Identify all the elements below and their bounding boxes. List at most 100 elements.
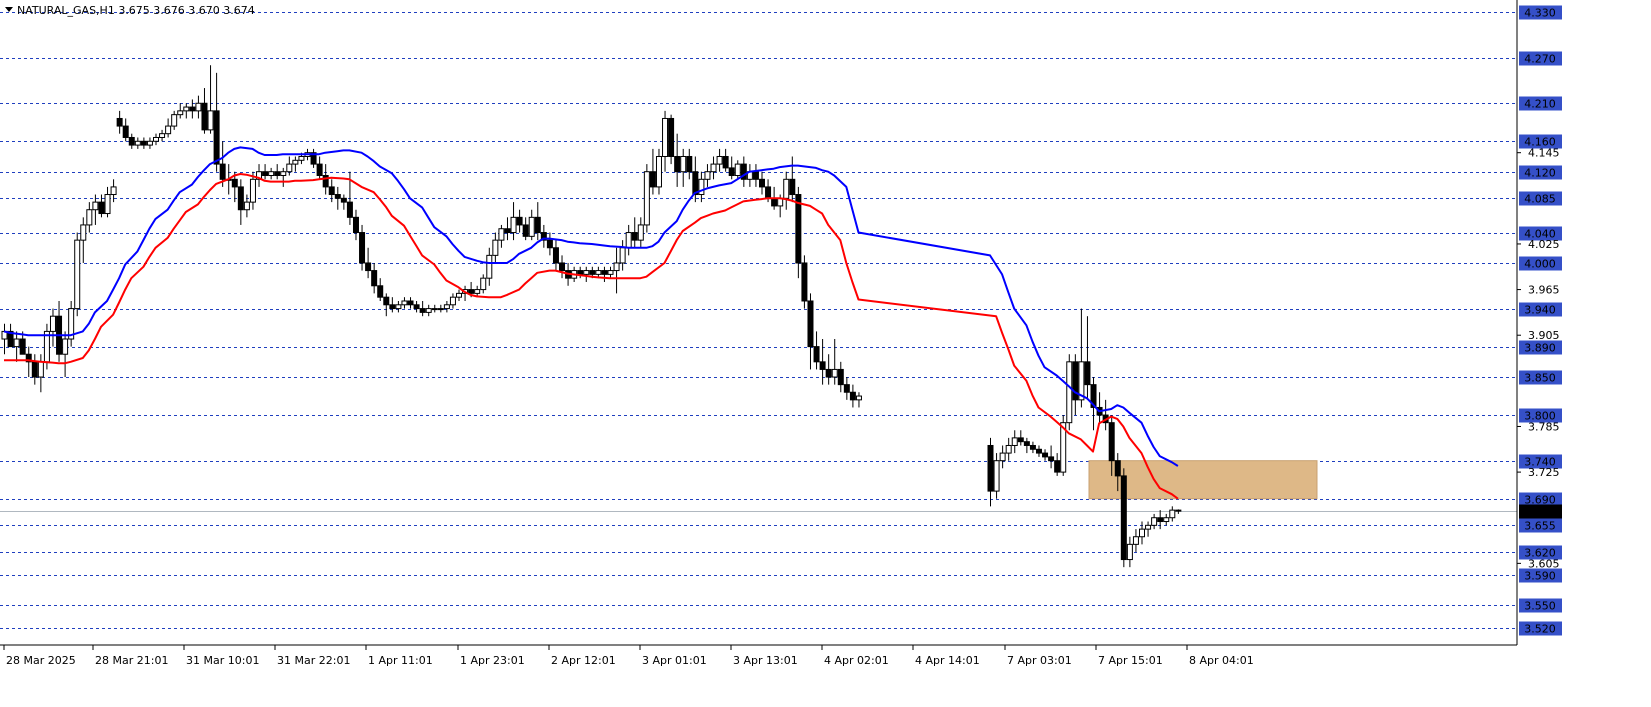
candle-body-bearish [1029, 444, 1036, 450]
candle-body-bearish [359, 232, 366, 264]
candle-body-bullish [249, 178, 256, 203]
candle-body-bullish [280, 171, 287, 177]
time-axis-label: 1 Apr 11:01 [368, 654, 433, 667]
candle-body-bullish [510, 216, 517, 234]
candle-body-bearish [795, 194, 802, 264]
candle [1120, 468, 1127, 568]
candle-body-bullish [492, 239, 499, 256]
candle-body-bullish [1132, 536, 1139, 545]
candle-body-bullish [268, 171, 275, 177]
candle-body-bullish [999, 452, 1006, 462]
price-tick-label: 4.025 [1528, 238, 1560, 251]
candle-body-bearish [504, 228, 511, 234]
candle-body-bullish [1066, 361, 1073, 424]
candle-body-bearish [407, 300, 414, 306]
candle-body-bullish [734, 163, 741, 177]
candle-body-bearish [552, 247, 559, 264]
candle-body-bullish [437, 308, 444, 311]
candle-body-bearish [516, 216, 523, 226]
time-axis-label: 28 Mar 21:01 [95, 654, 168, 667]
candle [74, 232, 81, 317]
time-axis-label: 8 Apr 04:01 [1189, 654, 1254, 667]
candle-body-bearish [1035, 448, 1042, 454]
candle-body-bearish [346, 201, 353, 218]
price-level-label: 4.270 [1524, 53, 1556, 66]
chart-header[interactable]: NATURAL_GAS,H1 3.675 3.676 3.670 3.674 [5, 4, 255, 17]
candle-body-bearish [201, 102, 208, 131]
candle-body-bullish [486, 254, 493, 279]
candle-body-bearish [19, 338, 26, 355]
candle-body-bearish [128, 136, 135, 146]
candle-body-bullish [62, 338, 69, 355]
price-level-label: 4.210 [1524, 98, 1556, 111]
candle-body-bullish [395, 304, 402, 310]
candle [1060, 415, 1067, 476]
candle-body-bearish [722, 155, 729, 169]
candle-body-bullish [1139, 528, 1145, 538]
candle-body-bullish [1145, 524, 1152, 530]
time-axis-label: 7 Apr 03:01 [1007, 654, 1072, 667]
candle-body-bearish [413, 304, 420, 310]
candle-body-bullish [183, 106, 190, 112]
chart-canvas: 4.3304.2704.2104.1604.1204.0854.0404.000… [0, 0, 1651, 707]
candle-body-bullish [704, 171, 711, 180]
candle-body-bearish [377, 285, 384, 298]
candle-body-bearish [1114, 460, 1121, 477]
price-level-label: 3.655 [1524, 520, 1556, 533]
candle-body-bullish [1151, 517, 1158, 526]
candle-body-bullish [92, 201, 99, 211]
candle-body-bearish [419, 308, 426, 313]
candle [643, 164, 650, 233]
candle-body-bearish [1175, 509, 1182, 512]
candle-body-bearish [352, 216, 359, 234]
candle-body-bearish [237, 186, 244, 211]
candle-body-bullish [146, 140, 153, 146]
candle-body-bullish [1169, 509, 1176, 519]
price-level-label: 3.520 [1524, 623, 1556, 636]
candle-body-bullish [655, 155, 662, 188]
candle-body-bullish [165, 125, 172, 135]
price-tick-label: 3.785 [1528, 420, 1560, 433]
candle-body-bullish [171, 114, 178, 127]
candle-body-bearish [728, 167, 735, 177]
candle-body-bearish [825, 368, 832, 378]
candle-body-bullish [195, 102, 202, 112]
price-tick-label: 3.605 [1528, 557, 1560, 570]
time-axis-label: 28 Mar 2025 [6, 654, 76, 667]
candle-body-bearish [649, 171, 656, 188]
candle-body-bullish [425, 308, 432, 313]
candle-body-bullish [134, 140, 141, 146]
candle-body-bearish [765, 186, 772, 199]
candle-body-bullish [583, 270, 590, 275]
candle-body-bearish [752, 171, 759, 180]
candle-body-bullish [625, 232, 632, 249]
time-axis-label: 31 Mar 22:01 [277, 654, 350, 667]
price-level-label: 3.590 [1524, 570, 1556, 583]
candle-body-bullish [1011, 437, 1018, 446]
candle-body-bearish [334, 194, 341, 199]
candle-body-bearish [674, 155, 681, 173]
price-level-label: 3.550 [1524, 600, 1556, 613]
candle-body-bullish [49, 315, 56, 332]
candle-body-bearish [819, 361, 826, 370]
price-level-label: 4.000 [1524, 258, 1556, 271]
time-axis-label: 7 Apr 15:01 [1098, 654, 1163, 667]
candle-body-bullish [80, 224, 87, 241]
price-tick-label: 3.905 [1528, 329, 1560, 342]
candle-body-bullish [619, 247, 626, 264]
candle-body-bullish [783, 178, 790, 199]
price-level-label: 4.330 [1524, 7, 1556, 20]
candle-body-bearish [813, 346, 820, 363]
candle-body-bearish [546, 239, 553, 249]
candle-body-bullish [1126, 543, 1133, 561]
candle [801, 255, 808, 309]
candle-body-bullish [607, 270, 614, 275]
candle-body-bullish [1163, 517, 1170, 523]
candle-body-bullish [177, 110, 184, 116]
candle-body-bullish [86, 209, 93, 226]
candle-body-bearish [1108, 422, 1115, 462]
candle-body-bearish [340, 197, 347, 203]
candle-body-bullish [474, 289, 481, 294]
candle-body-bearish [1084, 361, 1091, 386]
candle-body-bullish [292, 159, 299, 165]
